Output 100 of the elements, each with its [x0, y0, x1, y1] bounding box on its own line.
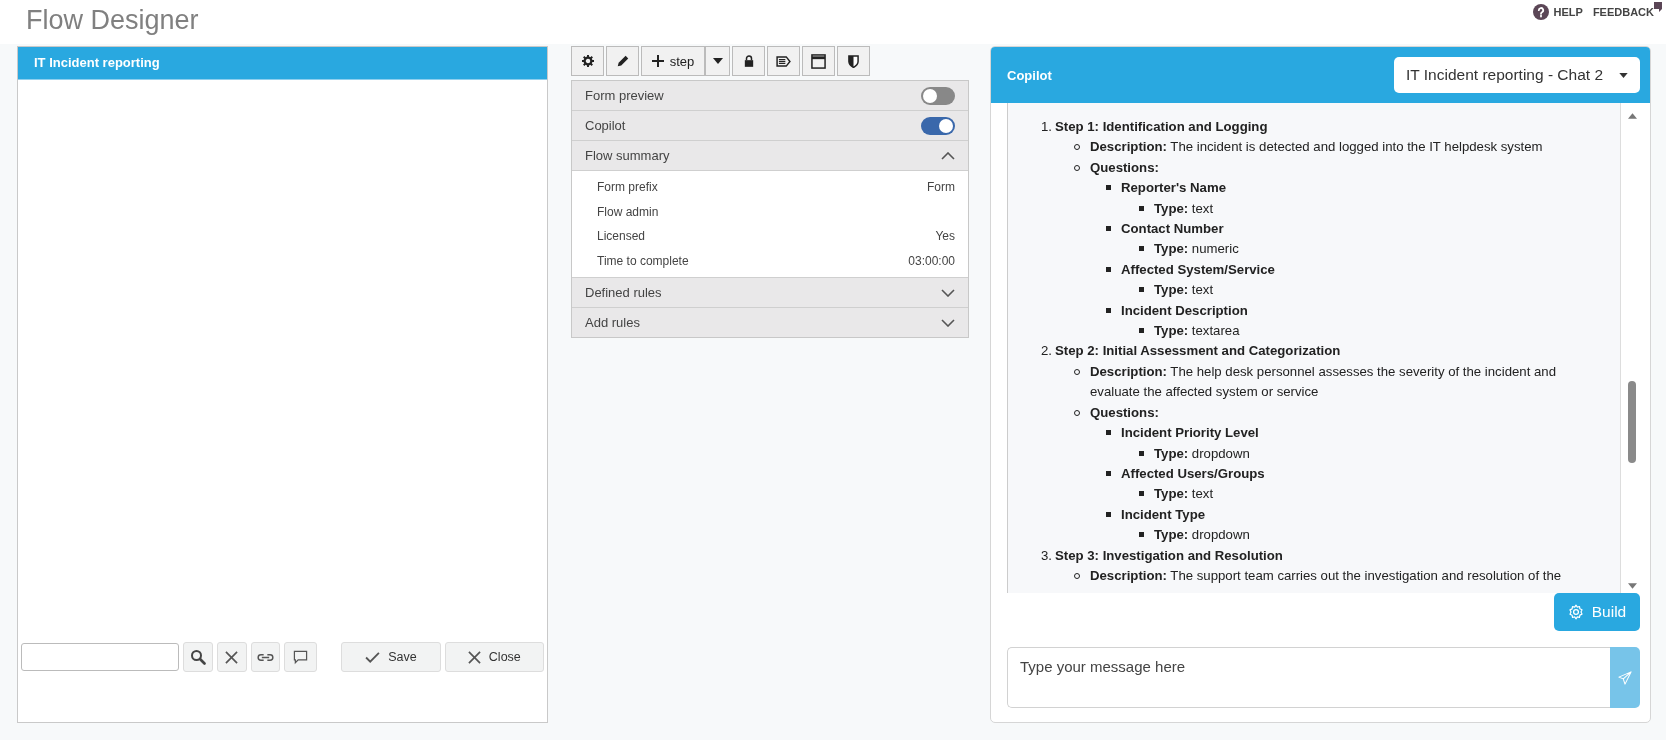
square-bullet-icon — [1106, 307, 1111, 313]
list-text: Questions: — [1090, 158, 1160, 177]
question-name: Incident Priority Level — [1121, 424, 1260, 443]
summary-label: Form prefix — [597, 180, 658, 195]
summary-label: Licensed — [597, 229, 646, 244]
send-icon — [1618, 670, 1632, 685]
square-bullet-icon — [1106, 185, 1111, 191]
lock-button[interactable] — [732, 46, 765, 76]
question-type: Type: textarea — [1154, 322, 1241, 341]
summary-value: Form — [927, 180, 955, 195]
close-button[interactable]: Close — [444, 642, 544, 672]
settings-button[interactable] — [571, 46, 604, 76]
question-name: Reporter's Name — [1121, 179, 1227, 198]
square-bullet-icon — [1139, 205, 1144, 211]
link-button[interactable] — [250, 642, 281, 672]
accordion-header[interactable]: Flow summary — [572, 141, 968, 171]
gear-icon — [1567, 604, 1584, 620]
copilot-title: Copilot — [1007, 67, 1052, 83]
lock-icon — [743, 55, 754, 67]
step-number: 2. — [1041, 342, 1053, 361]
message-field[interactable]: Type your message here — [1007, 647, 1610, 708]
help-link[interactable]: HELP — [1532, 4, 1583, 20]
step-title: Step 3: Investigation and Resolution — [1055, 546, 1283, 565]
caret-icon — [1619, 72, 1628, 78]
list-text: Description: The incident is detected and logged into the IT helpdesk system — [1090, 138, 1544, 157]
toggle-switch[interactable] — [921, 86, 955, 105]
window-button[interactable] — [802, 46, 835, 76]
summary-label: Flow admin — [597, 204, 659, 219]
speech-bubble-icon — [293, 649, 309, 665]
shield-button[interactable] — [837, 46, 870, 76]
square-bullet-icon — [1139, 328, 1144, 334]
square-bullet-icon — [1139, 491, 1144, 497]
chevron-up-icon — [941, 151, 955, 160]
close-icon — [467, 650, 481, 664]
question-name: Affected Users/Groups — [1121, 464, 1266, 483]
square-bullet-icon — [1139, 450, 1144, 456]
feedback-link[interactable]: FEEDBACK — [1592, 4, 1654, 20]
section-title: Add rules — [585, 315, 640, 330]
question-name: Affected System/Service — [1121, 260, 1276, 279]
summary-value: Yes — [935, 229, 955, 244]
step-title: Step 2: Initial Assessment and Categorization — [1055, 342, 1341, 361]
edit-button[interactable] — [606, 46, 639, 76]
step-title: Step 1: Identification and Logging — [1055, 118, 1268, 136]
gear-icon — [581, 55, 594, 67]
list-text: Description: The support team carries out the investigation and resolution of the — [1090, 566, 1563, 585]
question-type: Type: text — [1154, 281, 1215, 300]
caret-icon — [712, 58, 723, 64]
step-number: 1. — [1041, 118, 1053, 136]
square-bullet-icon — [1106, 430, 1111, 436]
clear-button[interactable] — [216, 642, 247, 672]
checkmark-icon — [365, 651, 381, 663]
plus-icon — [651, 55, 664, 67]
question-type: Type: text — [1154, 199, 1215, 218]
section-title: Flow summary — [585, 148, 670, 163]
question-type: Type: dropdown — [1154, 444, 1251, 463]
scroll-up-icon[interactable] — [1627, 113, 1637, 119]
chat-dropdown[interactable]: IT Incident reporting - Chat 2 — [1394, 57, 1640, 93]
accordion-header[interactable]: Defined rules — [572, 278, 968, 308]
toggle-label: Form preview — [585, 88, 664, 103]
question-icon — [1532, 4, 1549, 20]
question-type: Type: dropdown — [1154, 526, 1251, 545]
chevron-down-icon — [941, 318, 955, 327]
toggle-label: Copilot — [585, 118, 626, 133]
list-text: Questions: — [1090, 403, 1160, 422]
toggle-switch[interactable] — [921, 116, 955, 135]
summary-value: 03:00:00 — [908, 253, 955, 268]
question-type: Type: text — [1154, 485, 1215, 504]
summary-label: Time to complete — [597, 253, 689, 268]
comment-button[interactable] — [284, 642, 318, 672]
square-bullet-icon — [1139, 532, 1144, 538]
scroll-down-icon[interactable] — [1627, 583, 1637, 589]
save-button[interactable]: Save — [341, 642, 441, 672]
close-icon — [225, 650, 239, 664]
square-bullet-icon — [1139, 246, 1144, 252]
link-icon — [257, 651, 275, 663]
search-button[interactable] — [183, 642, 213, 672]
square-bullet-icon — [1106, 226, 1111, 232]
step-dropdown-button[interactable] — [705, 46, 730, 76]
accordion-header[interactable]: Add rules — [572, 308, 968, 337]
question-name: Contact Number — [1121, 220, 1225, 239]
list-arrow-button[interactable] — [767, 46, 800, 76]
question-type: Type: numeric — [1154, 240, 1240, 259]
app-title: Flow Designer — [25, 4, 199, 37]
pencil-icon — [615, 54, 630, 68]
square-bullet-icon — [1106, 511, 1111, 517]
question-name: Incident Description — [1121, 301, 1249, 320]
square-bullet-icon — [1106, 470, 1111, 476]
question-name: Incident Type — [1121, 505, 1207, 524]
shield-icon — [848, 54, 859, 68]
scrollbar-thumb[interactable] — [1628, 381, 1636, 463]
chevron-down-icon — [941, 288, 955, 297]
add-step-button[interactable]: step — [641, 46, 705, 76]
comment-icon — [1654, 2, 1662, 12]
square-bullet-icon — [1106, 266, 1111, 272]
square-bullet-icon — [1139, 287, 1144, 293]
step-number: 3. — [1041, 546, 1053, 565]
window-icon — [811, 53, 826, 69]
flow-title: IT Incident reporting — [18, 47, 547, 80]
search-field[interactable] — [21, 643, 179, 671]
list-text: Description: The help desk personnel assesses the severity of the incident and evaluate the affected system or service — [1090, 362, 1557, 402]
